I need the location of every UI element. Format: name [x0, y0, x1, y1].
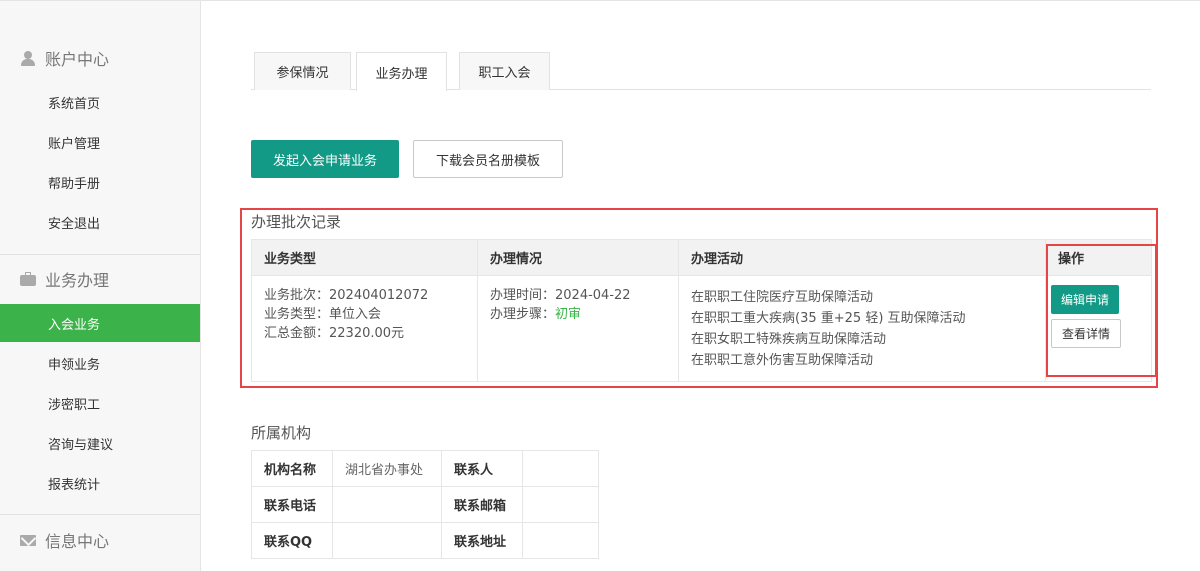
- table-row: 联系电话 联系邮箱: [251, 486, 599, 523]
- table-row: 机构名称 湖北省办事处 联系人: [251, 450, 599, 487]
- sidebar-item-logout[interactable]: 安全退出: [0, 203, 200, 241]
- sidebar-section-info[interactable]: 信息中心: [0, 520, 200, 560]
- contact-address-value: [522, 522, 599, 559]
- contact-address-label: 联系地址: [441, 522, 523, 559]
- table-row: 联系QQ 联系地址: [251, 522, 599, 559]
- sidebar-divider: [0, 254, 200, 255]
- sidebar-item-claims[interactable]: 申领业务: [0, 344, 200, 382]
- sidebar-item-reports[interactable]: 报表统计: [0, 464, 200, 502]
- sidebar-item-home[interactable]: 系统首页: [0, 83, 200, 121]
- sidebar-item-account-manage[interactable]: 账户管理: [0, 123, 200, 161]
- main-content: 参保情况 业务办理 职工入会 发起入会申请业务 下载会员名册模板 办理批次记录 …: [201, 0, 1200, 571]
- tab-business[interactable]: 业务办理: [356, 52, 447, 91]
- contact-person-value: [522, 450, 599, 487]
- highlight-box-batch: [240, 208, 1158, 388]
- contact-phone-value: [332, 486, 442, 523]
- contact-qq-value: [332, 522, 442, 559]
- contact-email-label: 联系邮箱: [441, 486, 523, 523]
- sidebar-item-classified-staff[interactable]: 涉密职工: [0, 384, 200, 422]
- contact-qq-label: 联系QQ: [251, 522, 333, 559]
- tab-join-union[interactable]: 职工入会: [459, 52, 550, 90]
- org-table: 机构名称 湖北省办事处 联系人 联系电话 联系邮箱 联系QQ 联系地址: [251, 450, 599, 559]
- tab-insurance-status[interactable]: 参保情况: [254, 52, 351, 90]
- sidebar-item-membership[interactable]: 入会业务: [0, 304, 200, 342]
- user-icon: [20, 50, 36, 66]
- sidebar-section-business[interactable]: 业务办理: [0, 259, 200, 299]
- sidebar: 账户中心 系统首页 账户管理 帮助手册 安全退出 业务办理 入会业务 申领业务 …: [0, 0, 201, 571]
- org-name-label: 机构名称: [251, 450, 333, 487]
- top-border: [201, 0, 1200, 1]
- contact-email-value: [522, 486, 599, 523]
- tab-bar: 参保情况 业务办理 职工入会: [251, 52, 1151, 91]
- sidebar-item-consult[interactable]: 咨询与建议: [0, 424, 200, 462]
- envelope-icon: [20, 532, 36, 548]
- sidebar-section-label: 业务办理: [45, 271, 110, 290]
- sidebar-section-label: 信息中心: [45, 532, 110, 551]
- sidebar-section-account[interactable]: 账户中心: [0, 38, 200, 78]
- org-section-title: 所属机构: [251, 424, 312, 442]
- contact-phone-label: 联系电话: [251, 486, 333, 523]
- start-application-button[interactable]: 发起入会申请业务: [251, 140, 399, 178]
- sidebar-item-help[interactable]: 帮助手册: [0, 163, 200, 201]
- download-template-button[interactable]: 下载会员名册模板: [413, 140, 563, 178]
- highlight-box-operations: [1046, 244, 1157, 377]
- org-name-value: 湖北省办事处: [332, 450, 442, 487]
- contact-person-label: 联系人: [441, 450, 523, 487]
- briefcase-icon: [20, 271, 36, 287]
- sidebar-section-label: 账户中心: [45, 50, 110, 69]
- sidebar-divider: [0, 514, 200, 515]
